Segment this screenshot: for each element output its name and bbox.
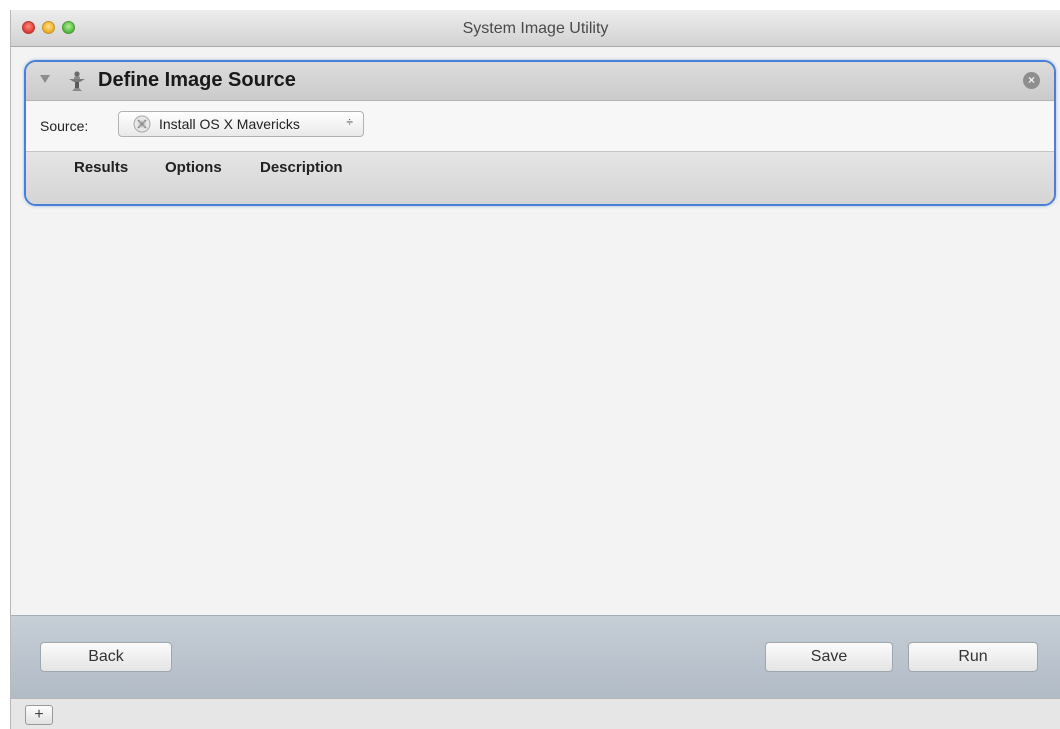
action-header[interactable]: Define Image Source × — [26, 62, 1054, 101]
tab-options[interactable]: Options — [165, 159, 222, 176]
disclosure-triangle-icon[interactable] — [40, 75, 50, 83]
source-popup-value: Install OS X Mavericks — [159, 116, 300, 132]
window-title: System Image Utility — [462, 20, 609, 37]
tab-description[interactable]: Description — [260, 159, 343, 176]
workflow-area[interactable]: Define Image Source × Source: Install OS… — [11, 47, 1060, 615]
title-bar[interactable]: System Image Utility — [11, 10, 1060, 47]
system-image-utility-window: System Image Utility Define Image Source… — [10, 10, 1060, 729]
automator-robot-icon — [69, 71, 85, 91]
navigation-bar: Back Save Run — [11, 615, 1060, 699]
back-button[interactable]: Back — [40, 642, 172, 672]
action-title: Define Image Source — [98, 69, 296, 91]
run-button[interactable]: Run — [908, 642, 1038, 672]
source-row: Source: Install OS X Mavericks ÷ — [26, 101, 1054, 152]
define-image-source-action[interactable]: Define Image Source × Source: Install OS… — [24, 60, 1056, 206]
save-button[interactable]: Save — [765, 642, 893, 672]
close-action-icon[interactable]: × — [1023, 72, 1040, 89]
popup-arrows-icon: ÷ — [346, 115, 353, 129]
action-tabs: Results Options Description — [26, 152, 1054, 204]
source-popup-button[interactable]: Install OS X Mavericks ÷ — [118, 111, 364, 137]
source-label: Source: — [40, 118, 89, 134]
tab-results[interactable]: Results — [74, 159, 128, 176]
add-button[interactable]: + — [25, 705, 53, 725]
footer-bar: + — [11, 698, 1060, 729]
os-x-installer-icon — [133, 115, 151, 133]
